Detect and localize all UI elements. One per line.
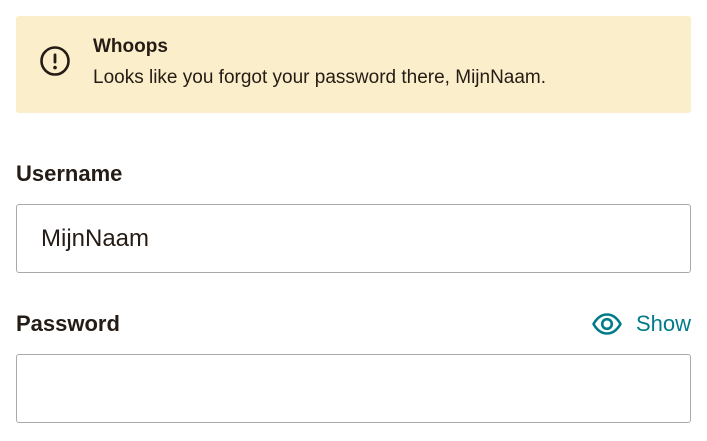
error-alert: Whoops Looks like you forgot your passwo… [16,16,691,113]
eye-icon [592,313,622,335]
login-form: Whoops Looks like you forgot your passwo… [0,0,707,441]
show-password-toggle[interactable]: Show [592,309,691,339]
alert-circle-icon [40,46,70,76]
alert-title: Whoops [93,36,168,57]
username-label: Username [16,161,123,186]
show-password-label: Show [635,311,691,336]
password-input[interactable] [16,354,691,423]
password-label: Password [16,311,120,336]
username-input[interactable] [16,204,691,273]
alert-message: Looks like you forgot your password ther… [93,67,547,88]
